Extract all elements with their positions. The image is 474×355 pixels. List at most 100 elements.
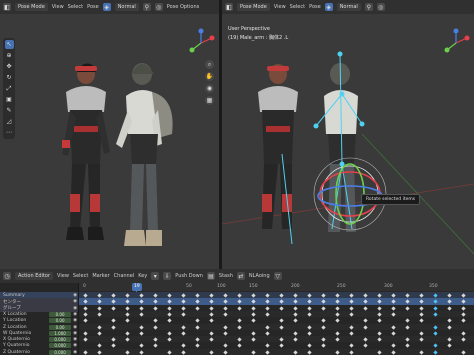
channel-value-field[interactable]: 0.00: [49, 324, 72, 330]
keyframe-diamond[interactable]: [405, 299, 410, 304]
keyframe-diamond[interactable]: [111, 324, 116, 330]
keyframe-diamond[interactable]: [349, 299, 354, 304]
keyframe-diamond[interactable]: [223, 331, 228, 336]
axis-navigation-gizmo[interactable]: [186, 28, 216, 58]
keyframe-diamond[interactable]: [335, 337, 340, 342]
keyframe-diamond[interactable]: [237, 293, 242, 298]
keyframe-diamond[interactable]: [209, 331, 214, 336]
axis-navigation-gizmo-right[interactable]: [441, 28, 471, 58]
viewport-right[interactable]: User Perspective (19) Male_arm : 胸体2 .L: [222, 14, 474, 269]
stash-button[interactable]: Stash: [219, 273, 233, 279]
keyframe-diamond[interactable]: [349, 305, 354, 311]
keyframe-diamond[interactable]: [461, 331, 466, 336]
keyframe-diamond[interactable]: [209, 305, 214, 311]
cursor-tool-icon[interactable]: ⊕: [5, 51, 14, 60]
keyframe-diamond[interactable]: [209, 299, 214, 304]
keyframe-diamond[interactable]: [237, 324, 242, 330]
keyframe-diamond[interactable]: [97, 343, 102, 349]
keyframe-diamond[interactable]: [97, 350, 102, 355]
keyframe-diamond[interactable]: [139, 324, 144, 330]
keyframe-diamond[interactable]: [405, 343, 410, 349]
keyframe-diamond[interactable]: [377, 312, 382, 317]
keyframe-diamond[interactable]: [433, 293, 438, 298]
keyframe-diamond[interactable]: [335, 350, 340, 355]
orientation-dropdown[interactable]: Normal: [336, 3, 361, 11]
viewport-left[interactable]: ↖ ⊕ ✥ ↻ ⤢ ▣ ✎ ◿ ⋯ ⌕ ✋ ◉ ▦: [0, 14, 219, 269]
keyframe-diamond[interactable]: [461, 350, 466, 355]
keyframe-diamond[interactable]: [237, 318, 242, 323]
keyframe-diamond[interactable]: [251, 305, 256, 311]
keyframe-diamond[interactable]: [321, 293, 326, 298]
character-red-model-posed[interactable]: [258, 64, 298, 229]
keyframe-diamond[interactable]: [265, 305, 270, 311]
keyframe-diamond[interactable]: [181, 343, 186, 349]
character-red-model[interactable]: [62, 63, 110, 240]
keyframe-diamond[interactable]: [349, 293, 354, 298]
editor-mode-dropdown[interactable]: Action Editor: [15, 272, 54, 280]
keyframe-diamond[interactable]: [293, 293, 298, 298]
keyframe-diamond[interactable]: [377, 293, 382, 298]
keyframe-diamond[interactable]: [223, 324, 228, 330]
keyframe-diamond[interactable]: [391, 324, 396, 330]
keyframe-diamond[interactable]: [265, 324, 270, 330]
keyframe-diamond[interactable]: [83, 293, 88, 298]
keyframe-diamond[interactable]: [307, 312, 312, 317]
keyframe-diamond[interactable]: [433, 305, 438, 311]
keyframe-diamond[interactable]: [153, 324, 158, 330]
keyframe-diamond[interactable]: [237, 343, 242, 349]
keyframe-diamond[interactable]: [433, 324, 438, 330]
keyframe-diamond[interactable]: [83, 337, 88, 342]
keyframe-diamond[interactable]: [363, 305, 368, 311]
select-box-tool-icon[interactable]: ↖: [4, 40, 14, 49]
mute-toggle-icon[interactable]: ◉: [73, 337, 77, 342]
keyframe-diamond[interactable]: [167, 305, 172, 311]
keyframe-diamond[interactable]: [237, 299, 242, 304]
keyframe-diamond[interactable]: [209, 337, 214, 342]
keyframe-diamond[interactable]: [83, 318, 88, 323]
keyframe-diamond[interactable]: [461, 305, 466, 311]
keyframe-diamond[interactable]: [335, 331, 340, 336]
menu-view[interactable]: View: [274, 4, 286, 10]
keyframe-diamond[interactable]: [461, 293, 466, 298]
keyframe-diamond[interactable]: [139, 343, 144, 349]
keyframe-diamond[interactable]: [279, 318, 284, 323]
keyframe-diamond[interactable]: [125, 312, 130, 317]
keyframe-diamond[interactable]: [223, 293, 228, 298]
channel-row[interactable]: Z Quaternio 0.000 ◉: [0, 349, 78, 355]
keyframe-diamond[interactable]: [111, 337, 116, 342]
mute-toggle-icon[interactable]: ◉: [73, 318, 77, 323]
channel-value-field[interactable]: 0.00: [49, 318, 72, 324]
keyframe-diamond[interactable]: [139, 312, 144, 317]
keyframe-diamond[interactable]: [251, 350, 256, 355]
keyframe-diamond[interactable]: [181, 324, 186, 330]
keyframe-diamond[interactable]: [167, 299, 172, 304]
action-browse-icon[interactable]: ▾: [151, 272, 160, 280]
mode-dropdown[interactable]: Pose Mode: [15, 3, 48, 11]
keyframe-diamond[interactable]: [209, 312, 214, 317]
keyframe-diamond[interactable]: [139, 331, 144, 336]
channel-value-field[interactable]: 0.000: [49, 343, 72, 349]
proportional-edit-icon[interactable]: ◎: [376, 3, 385, 11]
keyframe-diamond[interactable]: [279, 293, 284, 298]
keyframe-diamond[interactable]: [405, 337, 410, 342]
keyframe-diamond[interactable]: [195, 293, 200, 298]
keyframe-diamond[interactable]: [307, 299, 312, 304]
keyframe-diamond[interactable]: [139, 305, 144, 311]
keyframe-diamond[interactable]: [335, 299, 340, 304]
keyframe-diamond[interactable]: [377, 318, 382, 323]
zoom-icon[interactable]: ⌕: [205, 60, 214, 69]
keyframe-diamond[interactable]: [223, 305, 228, 311]
keyframe-diamond[interactable]: [167, 293, 172, 298]
keyframe-diamond[interactable]: [195, 305, 200, 311]
keyframe-diamond[interactable]: [363, 337, 368, 342]
keyframe-diamond[interactable]: [111, 305, 116, 311]
keyframe-diamond[interactable]: [433, 350, 438, 355]
keyframe-diamond[interactable]: [321, 337, 326, 342]
keyframe-diamond[interactable]: [321, 305, 326, 311]
keyframe-diamond[interactable]: [195, 337, 200, 342]
keyframe-diamond[interactable]: [335, 318, 340, 323]
keyframe-diamond[interactable]: [223, 343, 228, 349]
keyframe-diamond[interactable]: [419, 337, 424, 342]
keyframe-diamond[interactable]: [293, 299, 298, 304]
menu-pose[interactable]: Pose: [309, 4, 321, 10]
